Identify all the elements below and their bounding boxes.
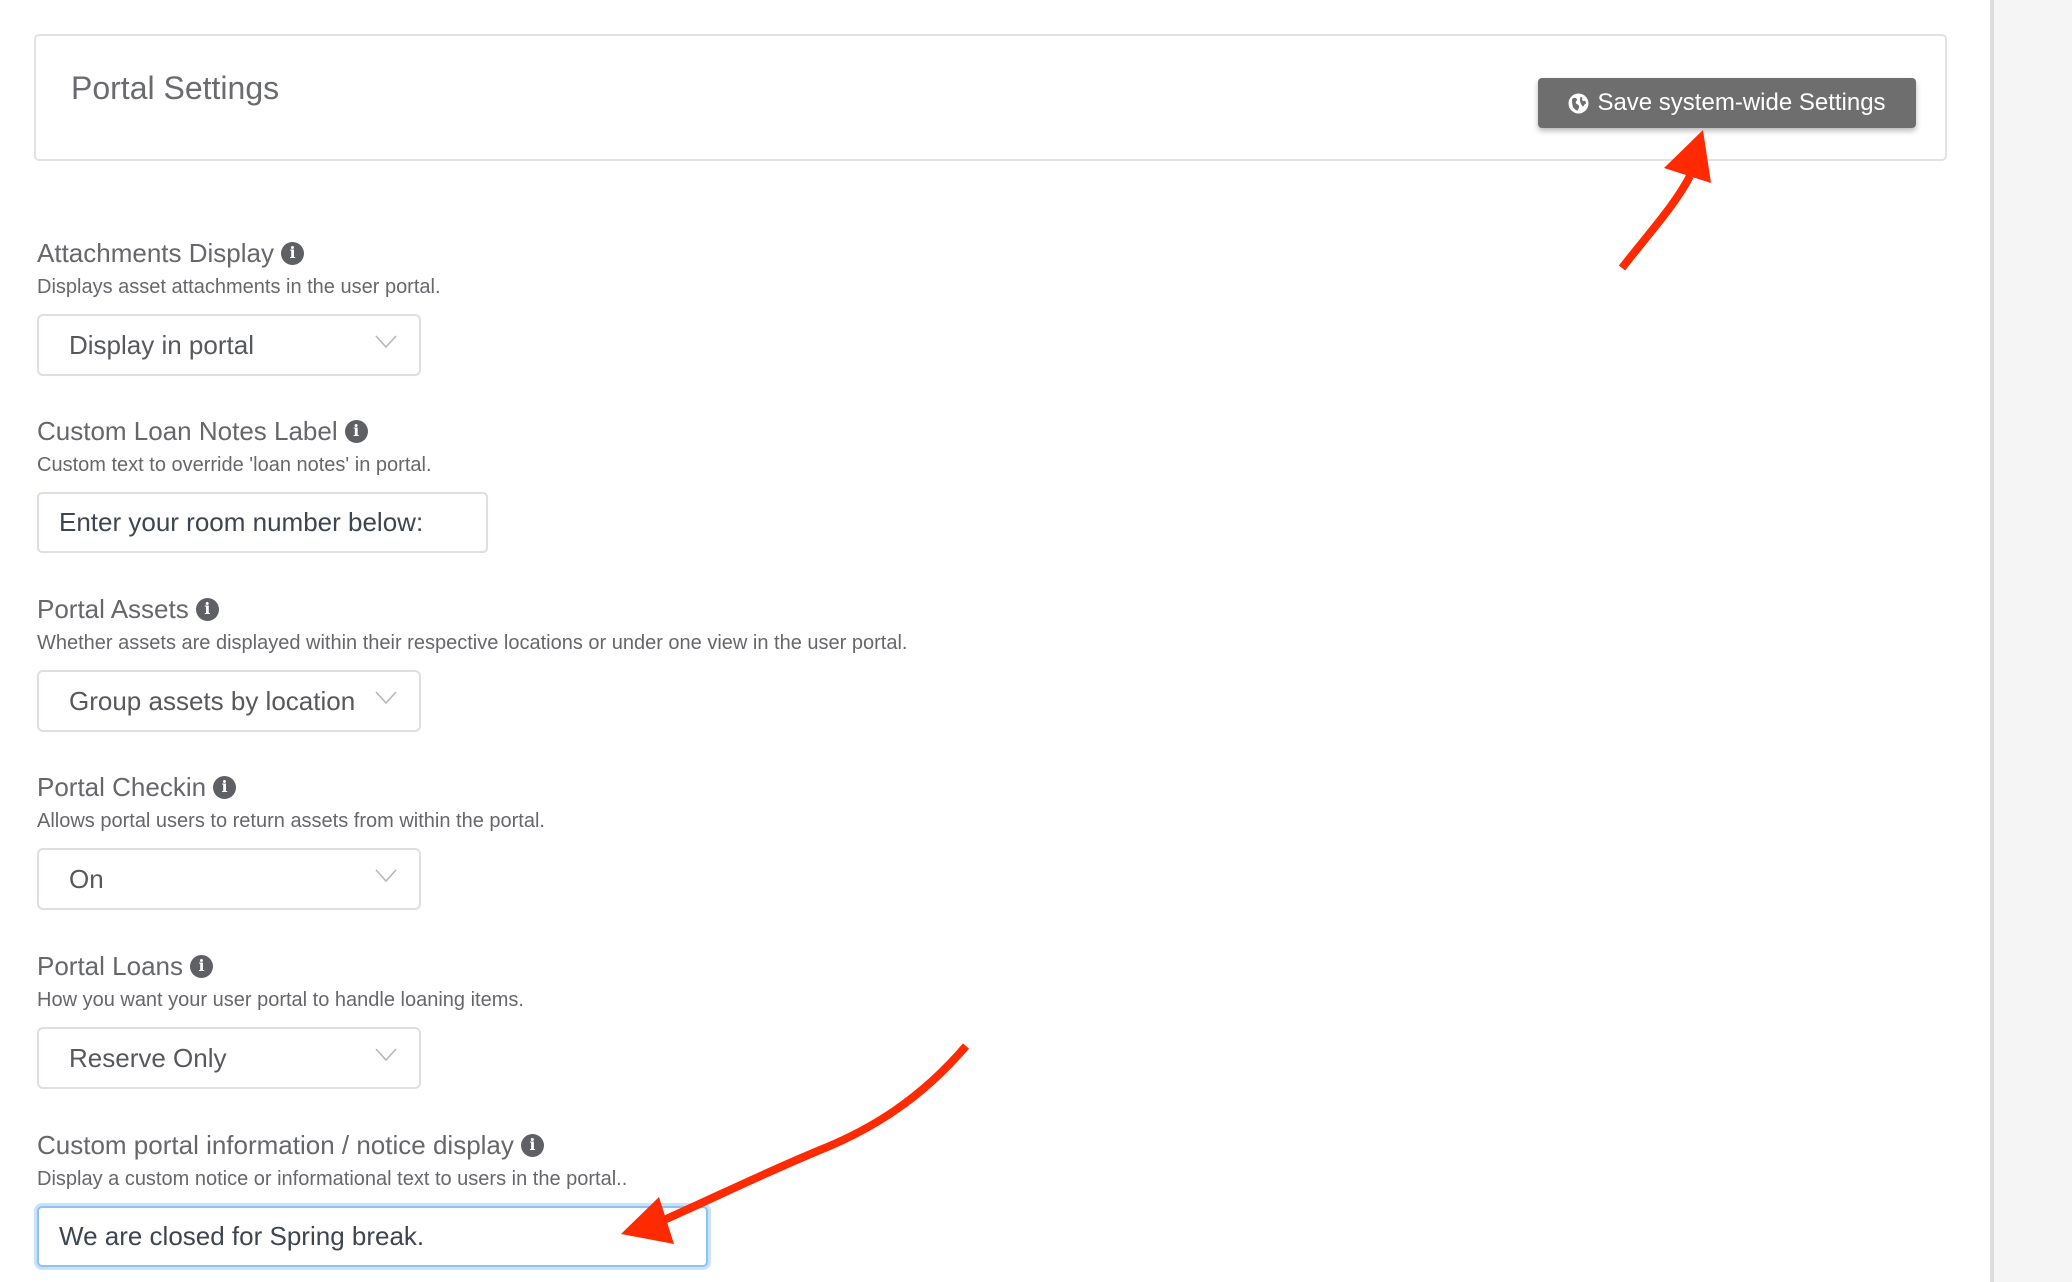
info-circle-icon[interactable]: i: [344, 419, 368, 443]
select-value: Group assets by location: [69, 686, 356, 716]
field-label: Portal Assets: [37, 593, 189, 624]
custom-portal-notice-input[interactable]: [37, 1206, 708, 1267]
field-label: Portal Loans: [37, 950, 183, 981]
globe-icon: [1568, 93, 1589, 113]
info-circle-icon[interactable]: i: [195, 597, 219, 621]
page-title: Portal Settings: [71, 70, 280, 106]
field-custom-portal-notice: Custom portal information / notice displ…: [37, 1128, 708, 1267]
select-value: Reserve Only: [69, 1043, 227, 1073]
field-description: Display a custom notice or informational…: [37, 1168, 628, 1190]
field-portal-assets: Portal Assets i Whether assets are displ…: [37, 592, 907, 732]
field-description: How you want your user portal to handle …: [37, 989, 524, 1011]
portal-checkin-select[interactable]: On: [37, 848, 421, 910]
field-label: Custom portal information / notice displ…: [37, 1129, 514, 1160]
chevron-down-icon: [375, 1048, 397, 1062]
field-attachments-display: Attachments Display i Displays asset att…: [37, 236, 441, 376]
info-circle-icon[interactable]: i: [213, 775, 237, 799]
settings-main-area: Portal Settings Save system-wide Setting…: [0, 0, 1990, 1282]
select-value: Display in portal: [69, 330, 254, 360]
field-portal-checkin: Portal Checkin i Allows portal users to …: [37, 770, 545, 910]
field-portal-loans: Portal Loans i How you want your user po…: [37, 949, 524, 1089]
chevron-down-icon: [375, 869, 397, 883]
portal-loans-select[interactable]: Reserve Only: [37, 1027, 421, 1089]
field-label: Portal Checkin: [37, 771, 207, 802]
info-circle-icon[interactable]: i: [520, 1133, 544, 1157]
field-label: Attachments Display: [37, 237, 274, 268]
right-side-panel: [1994, 0, 2072, 1282]
field-description: Allows portal users to return assets fro…: [37, 810, 545, 832]
field-custom-loan-notes-label: Custom Loan Notes Label i Custom text to…: [37, 414, 488, 553]
field-description: Displays asset attachments in the user p…: [37, 276, 441, 298]
chevron-down-icon: [375, 691, 397, 705]
field-label: Custom Loan Notes Label: [37, 415, 338, 446]
portal-settings-header-card: Portal Settings Save system-wide Setting…: [34, 34, 1947, 161]
save-system-wide-settings-button[interactable]: Save system-wide Settings: [1538, 78, 1916, 128]
save-button-label: Save system-wide Settings: [1597, 89, 1886, 116]
portal-assets-select[interactable]: Group assets by location: [37, 670, 421, 732]
field-description: Whether assets are displayed within thei…: [37, 632, 908, 654]
chevron-down-icon: [375, 335, 397, 349]
attachments-display-select[interactable]: Display in portal: [37, 314, 421, 376]
custom-loan-notes-label-input[interactable]: [37, 492, 488, 553]
info-circle-icon[interactable]: i: [280, 241, 304, 265]
field-description: Custom text to override 'loan notes' in …: [37, 454, 432, 476]
select-value: On: [69, 864, 104, 894]
info-circle-icon[interactable]: i: [189, 954, 213, 978]
